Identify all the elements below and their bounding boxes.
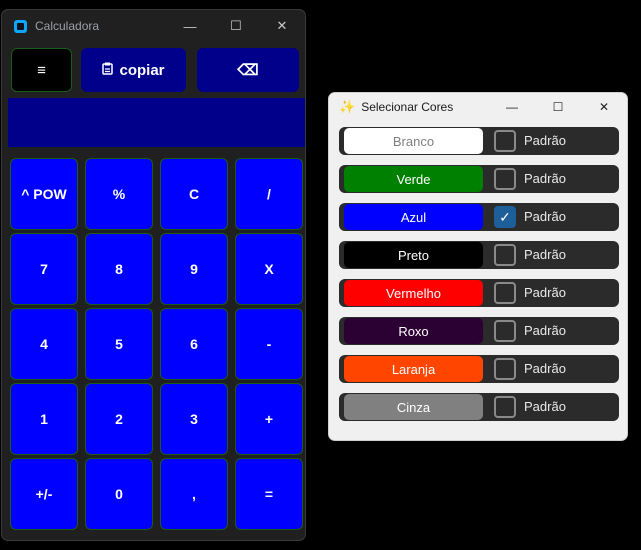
color-row: Vermelho Padrão xyxy=(339,279,619,307)
key-10[interactable]: 6 xyxy=(161,309,227,379)
color-row: Branco Padrão xyxy=(339,127,619,155)
color-swatch-button[interactable]: Branco xyxy=(344,128,483,154)
key-15[interactable]: + xyxy=(236,384,302,454)
backspace-icon: ⌫ xyxy=(237,62,259,79)
color-row: Laranja Padrão xyxy=(339,355,619,383)
key-7[interactable]: X xyxy=(236,234,302,304)
color-swatch-button[interactable]: Vermelho xyxy=(344,280,483,306)
default-checkbox[interactable] xyxy=(494,244,516,266)
color-swatch-button[interactable]: Cinza xyxy=(344,394,483,420)
key-1[interactable]: % xyxy=(86,159,152,229)
color-swatch-button[interactable]: Roxo xyxy=(344,318,483,344)
copy-button[interactable]: copiar xyxy=(81,48,186,92)
key-2[interactable]: C xyxy=(161,159,227,229)
key-19[interactable]: = xyxy=(236,459,302,529)
checkmark-icon: ✓ xyxy=(499,208,511,225)
key-14[interactable]: 3 xyxy=(161,384,227,454)
default-checkbox-label: Padrão xyxy=(524,209,566,224)
maximize-icon[interactable]: ☐ xyxy=(535,93,581,121)
default-checkbox-label: Padrão xyxy=(524,361,566,376)
default-checkbox-label: Padrão xyxy=(524,171,566,186)
close-icon[interactable]: ✕ xyxy=(259,10,305,42)
key-4[interactable]: 7 xyxy=(11,234,77,304)
key-18[interactable]: , xyxy=(161,459,227,529)
default-checkbox-label: Padrão xyxy=(524,323,566,338)
key-0[interactable]: ^ POW xyxy=(11,159,77,229)
calculator-title: Calculadora xyxy=(35,19,100,33)
default-checkbox[interactable] xyxy=(494,130,516,152)
key-5[interactable]: 8 xyxy=(86,234,152,304)
default-checkbox-label: Padrão xyxy=(524,133,566,148)
key-6[interactable]: 9 xyxy=(161,234,227,304)
calculator-titlebar[interactable]: Calculadora — ☐ ✕ xyxy=(2,10,305,42)
default-checkbox[interactable] xyxy=(494,358,516,380)
color-swatch-button[interactable]: Azul xyxy=(344,204,483,230)
key-8[interactable]: 4 xyxy=(11,309,77,379)
key-3[interactable]: / xyxy=(236,159,302,229)
key-11[interactable]: - xyxy=(236,309,302,379)
color-swatch-button[interactable]: Verde xyxy=(344,166,483,192)
copy-label: copiar xyxy=(119,61,165,79)
clipboard-icon xyxy=(102,62,114,79)
default-checkbox-label: Padrão xyxy=(524,285,566,300)
color-row: Roxo Padrão xyxy=(339,317,619,345)
color-picker-title: Selecionar Cores xyxy=(361,100,454,114)
default-checkbox[interactable] xyxy=(494,320,516,342)
key-17[interactable]: 0 xyxy=(86,459,152,529)
color-row: Verde Padrão xyxy=(339,165,619,193)
key-13[interactable]: 2 xyxy=(86,384,152,454)
key-16[interactable]: +/- xyxy=(11,459,77,529)
default-checkbox[interactable] xyxy=(494,282,516,304)
maximize-icon[interactable]: ☐ xyxy=(213,10,259,42)
key-12[interactable]: 1 xyxy=(11,384,77,454)
default-checkbox-label: Padrão xyxy=(524,247,566,262)
color-picker-titlebar[interactable]: ✨ Selecionar Cores — ☐ ✕ xyxy=(329,93,627,121)
calculator-display xyxy=(8,98,305,147)
default-checkbox-label: Padrão xyxy=(524,399,566,414)
default-checkbox[interactable] xyxy=(494,396,516,418)
color-row: Preto Padrão xyxy=(339,241,619,269)
minimize-icon[interactable]: — xyxy=(489,93,535,121)
color-picker-window: ✨ Selecionar Cores — ☐ ✕ Branco Padrão Ver… xyxy=(328,92,628,441)
color-row: Azul ✓ Padrão xyxy=(339,203,619,231)
minimize-icon[interactable]: — xyxy=(167,10,213,42)
feather-icon: ✨ xyxy=(339,99,356,114)
calculator-app-icon xyxy=(14,19,27,33)
menu-button[interactable]: ≡ xyxy=(11,48,72,92)
menu-icon: ≡ xyxy=(37,61,46,79)
color-swatch-button[interactable]: Preto xyxy=(344,242,483,268)
calculator-window: Calculadora — ☐ ✕ ≡ copiar ⌫ ^ POW% C/ 7 8 9… xyxy=(1,9,306,541)
backspace-button[interactable]: ⌫ xyxy=(197,48,299,92)
default-checkbox[interactable]: ✓ xyxy=(494,206,516,228)
color-row: Cinza Padrão xyxy=(339,393,619,421)
default-checkbox[interactable] xyxy=(494,168,516,190)
close-icon[interactable]: ✕ xyxy=(581,93,627,121)
color-swatch-button[interactable]: Laranja xyxy=(344,356,483,382)
key-9[interactable]: 5 xyxy=(86,309,152,379)
